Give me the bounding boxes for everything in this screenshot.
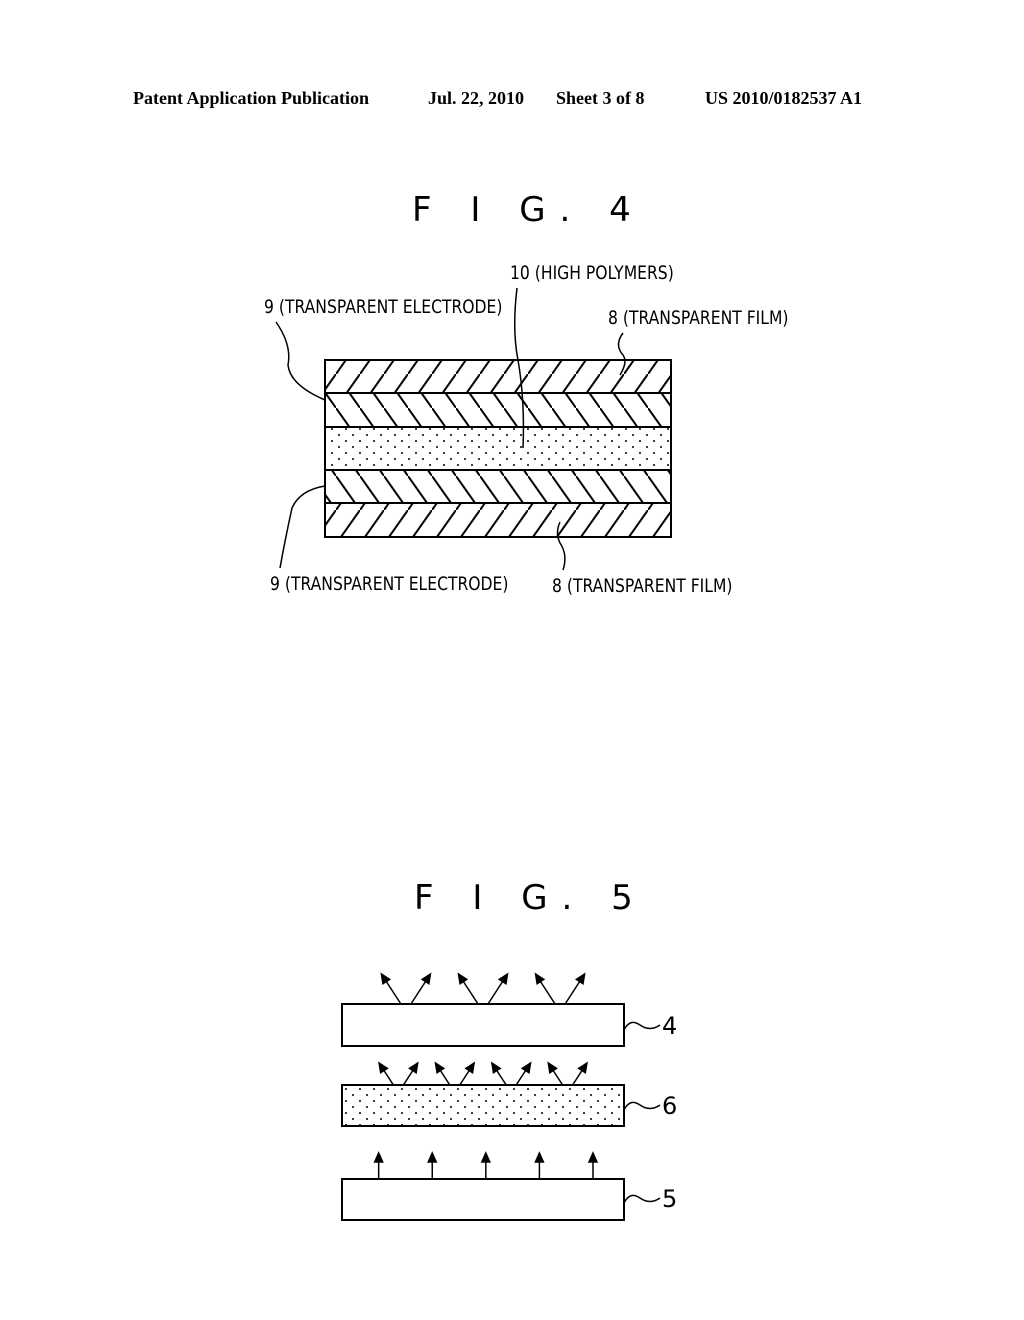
ref-4: 4 [662,1012,678,1040]
layer-high-polymers [324,426,672,471]
emission-arrow [457,972,479,1005]
emission-arrow [410,972,432,1005]
layer-top-electrode [324,392,672,428]
leader-bottom-electrode [279,485,326,569]
leader-6 [623,1101,661,1111]
emission-arrow [564,972,586,1005]
emission-arrow [534,972,556,1005]
fig4-stack [324,359,672,538]
emission-arrow [487,972,509,1005]
ref-6: 6 [662,1092,678,1120]
emission-arrow [547,1061,564,1086]
emission-arrow [402,1061,419,1086]
plate-4 [341,1003,625,1047]
leader-4 [623,1021,661,1031]
emission-arrow [434,1061,451,1086]
leader-top-electrode [275,321,326,401]
leader-5 [623,1194,661,1204]
fig5-ref-leaders [623,1021,661,1204]
excitation-arrow [534,1151,545,1179]
fig5-plates [341,1003,625,1221]
layer-bottom-electrode [324,469,672,504]
emission-arrow [571,1061,588,1086]
ref-5: 5 [662,1185,678,1213]
layer-bottom-film [324,502,672,538]
fig5-title: F I G. 5 [414,878,647,918]
emission-arrow [490,1061,507,1086]
emission-arrow [515,1061,532,1086]
emission-arrow [378,1061,395,1086]
excitation-arrow [373,1151,384,1179]
emission-arrow [380,972,402,1005]
excitation-arrow [427,1151,438,1179]
emission-arrow [459,1061,476,1086]
excitation-arrow [587,1151,599,1179]
plate-5 [341,1178,625,1221]
plate-6 [341,1084,625,1127]
excitation-arrow [480,1151,491,1179]
drawing-canvas [275,287,672,1221]
layer-top-film [324,359,672,394]
